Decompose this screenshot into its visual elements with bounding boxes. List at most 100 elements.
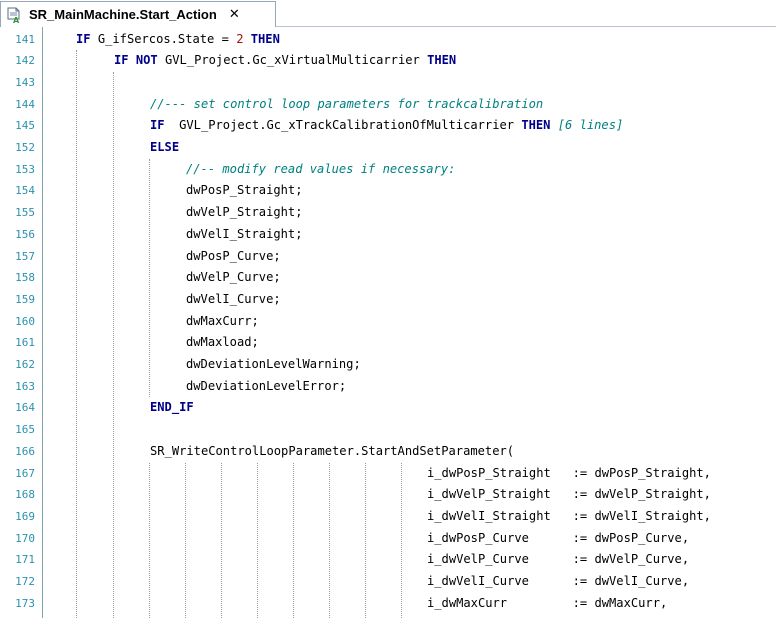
code-token: dwMaxload; <box>186 335 259 350</box>
code-text: dwVelP_Curve; <box>186 267 281 289</box>
code-text: dwMaxload; <box>186 332 259 354</box>
keyword-token: IF <box>150 118 165 133</box>
code-line[interactable]: 159 dwVelI_Curve; <box>0 289 776 311</box>
line-number: 152 <box>15 141 35 154</box>
code-line[interactable]: 143 <box>0 72 776 94</box>
line-number: 166 <box>15 444 35 458</box>
code-text: i_dwVelI_Straight := dwVelI_Straight, <box>427 506 711 528</box>
keyword-token: ELSE <box>150 140 180 154</box>
code-token: dwMaxCurr; <box>186 313 259 328</box>
line-number: 142 <box>15 54 35 68</box>
code-line[interactable]: 161 dwMaxload; <box>0 332 776 354</box>
code-line[interactable]: 155 dwVelP_Straight; <box>0 202 776 224</box>
code-text: i_dwPosP_Straight := dwPosP_Straight, <box>427 463 711 485</box>
code-text: dwMaxCurr; <box>186 311 259 333</box>
indent-guide <box>293 462 294 618</box>
code-token: dwDeviationLevelWarning; <box>186 357 361 371</box>
code-line[interactable]: 172 i_dwVelI_Curve := dwVelI_Curve, <box>0 571 776 593</box>
code-line[interactable]: 170 i_dwPosP_Curve := dwPosP_Curve, <box>0 528 776 550</box>
code-line[interactable]: 157 dwPosP_Curve; <box>0 246 776 268</box>
indent-guide <box>149 462 150 618</box>
code-token: dwVelP_Straight; <box>186 205 303 220</box>
code-line[interactable]: 165 <box>0 419 776 441</box>
code-token: dwPosP_Curve; <box>186 248 281 263</box>
code-token: GVL_Project.Gc_xVirtualMulticarrier <box>157 53 428 68</box>
line-number: 144 <box>15 97 35 111</box>
code-editor[interactable]: 141 IF G_ifSercos.State = 2 THEN 142 IF NOT… <box>0 27 776 618</box>
code-token: dwDeviationLevelError; <box>186 378 347 393</box>
line-number: 173 <box>15 596 35 610</box>
code-token: dwPosP_Straight; <box>186 183 303 198</box>
tab-start-action[interactable]: A SR_MainMachine.Start_Action ✕ <box>0 1 276 27</box>
line-number: 168 <box>15 488 35 502</box>
indent-guide <box>329 462 330 618</box>
indent-guide <box>365 462 366 618</box>
keyword-token: THEN <box>427 53 457 68</box>
code-text: //--- set control loop parameters for tr… <box>150 94 543 116</box>
line-number: 164 <box>15 401 35 415</box>
code-line[interactable]: 164 END_IF <box>0 397 776 419</box>
line-number: 170 <box>15 531 35 545</box>
keyword-token: THEN <box>250 31 280 46</box>
code-line[interactable]: 167 i_dwPosP_Straight := dwPosP_Straight, <box>0 463 776 485</box>
code-text: dwDeviationLevelError; <box>186 376 346 398</box>
code-token: dwVelP_Curve; <box>186 270 281 285</box>
line-number: 169 <box>15 509 35 523</box>
editor-tab-bar: A SR_MainMachine.Start_Action ✕ <box>0 0 776 27</box>
code-line[interactable]: 154 dwPosP_Straight; <box>0 180 776 202</box>
code-line[interactable]: 171 i_dwVelP_Curve := dwVelP_Curve, <box>0 549 776 571</box>
line-number: 141 <box>15 32 35 46</box>
line-number: 174 <box>0 614 35 618</box>
code-token: SR_WriteControlLoopParameter.StartAndSet… <box>150 443 515 458</box>
code-text: i_dwPosP_Curve := dwPosP_Curve, <box>427 528 689 550</box>
code-line[interactable]: 174 i_dwMaxload := dwMaxload, <box>0 614 776 618</box>
code-text: IF GVL_Project.Gc_xTrackCalibrationOfMul… <box>150 115 623 137</box>
indent-guide <box>401 462 402 618</box>
code-token: i_dwVelP_Curve := dwVelP_Curve, <box>427 552 690 567</box>
code-line[interactable]: 168 i_dwVelP_Straight := dwVelP_Straight, <box>0 484 776 506</box>
line-number: 156 <box>15 227 35 241</box>
comment-token: //--- set control loop parameters for tr… <box>150 96 544 111</box>
code-line[interactable]: 169 i_dwVelI_Straight := dwVelI_Straight, <box>0 506 776 528</box>
code-line[interactable]: 163 dwDeviationLevelError; <box>0 376 776 398</box>
line-number: 167 <box>15 466 35 480</box>
code-line[interactable]: 162 dwDeviationLevelWarning; <box>0 354 776 376</box>
action-file-icon: A <box>6 7 22 25</box>
code-line[interactable]: 153 //-- modify read values if necessary: <box>0 159 776 181</box>
folded-region-token[interactable]: [6 lines] <box>558 118 624 132</box>
tab-title: SR_MainMachine.Start_Action <box>29 7 217 22</box>
keyword-token: IF <box>76 31 91 46</box>
keyword-token: IF NOT <box>114 53 158 68</box>
indent-guide <box>185 462 186 618</box>
line-number: 155 <box>15 206 35 220</box>
code-line[interactable]: 173 i_dwMaxCurr := dwMaxCurr, <box>0 593 776 615</box>
code-token: dwVelI_Curve; <box>186 291 281 306</box>
code-line[interactable]: 156 dwVelI_Straight; <box>0 224 776 246</box>
code-line[interactable]: 166 SR_WriteControlLoopParameter.StartAnd… <box>0 441 776 463</box>
line-number: 159 <box>15 292 35 306</box>
code-text: i_dwVelI_Curve := dwVelI_Curve, <box>427 571 689 593</box>
indent-guide <box>76 50 77 618</box>
code-text: dwVelI_Curve; <box>186 289 281 311</box>
line-number: 172 <box>15 575 35 588</box>
code-line[interactable]: 141 IF G_ifSercos.State = 2 THEN <box>0 29 776 51</box>
code-token: i_dwVelI_Straight := dwVelI_Straight, <box>427 508 711 523</box>
code-text: IF G_ifSercos.State = 2 THEN <box>76 29 280 51</box>
code-line[interactable]: 144 //--- set control loop parameters for… <box>0 94 776 116</box>
code-text: //-- modify read values if necessary: <box>186 159 455 181</box>
line-number: 163 <box>15 379 35 393</box>
comment-token: //-- modify read values if necessary: <box>186 161 456 176</box>
code-token: i_dwPosP_Curve := dwPosP_Curve, <box>427 530 690 545</box>
code-line[interactable]: 152 ELSE <box>0 137 776 159</box>
close-icon[interactable]: ✕ <box>229 7 240 22</box>
line-number: 154 <box>15 184 35 198</box>
keyword-token: END_IF <box>150 400 194 415</box>
code-line[interactable]: 145 IF GVL_Project.Gc_xTrackCalibrationOf… <box>0 115 776 137</box>
code-token: i_dwVelI_Curve := dwVelI_Curve, <box>427 574 690 588</box>
code-line[interactable]: 158 dwVelP_Curve; <box>0 267 776 289</box>
code-line[interactable]: 142 IF NOT GVL_Project.Gc_xVirtualMultica… <box>0 50 776 72</box>
code-line[interactable]: 160 dwMaxCurr; <box>0 311 776 333</box>
code-text: dwVelI_Straight; <box>186 224 303 246</box>
svg-text:A: A <box>13 16 20 23</box>
code-token: GVL_Project.Gc_xTrackCalibrationOfMultic… <box>164 118 522 133</box>
